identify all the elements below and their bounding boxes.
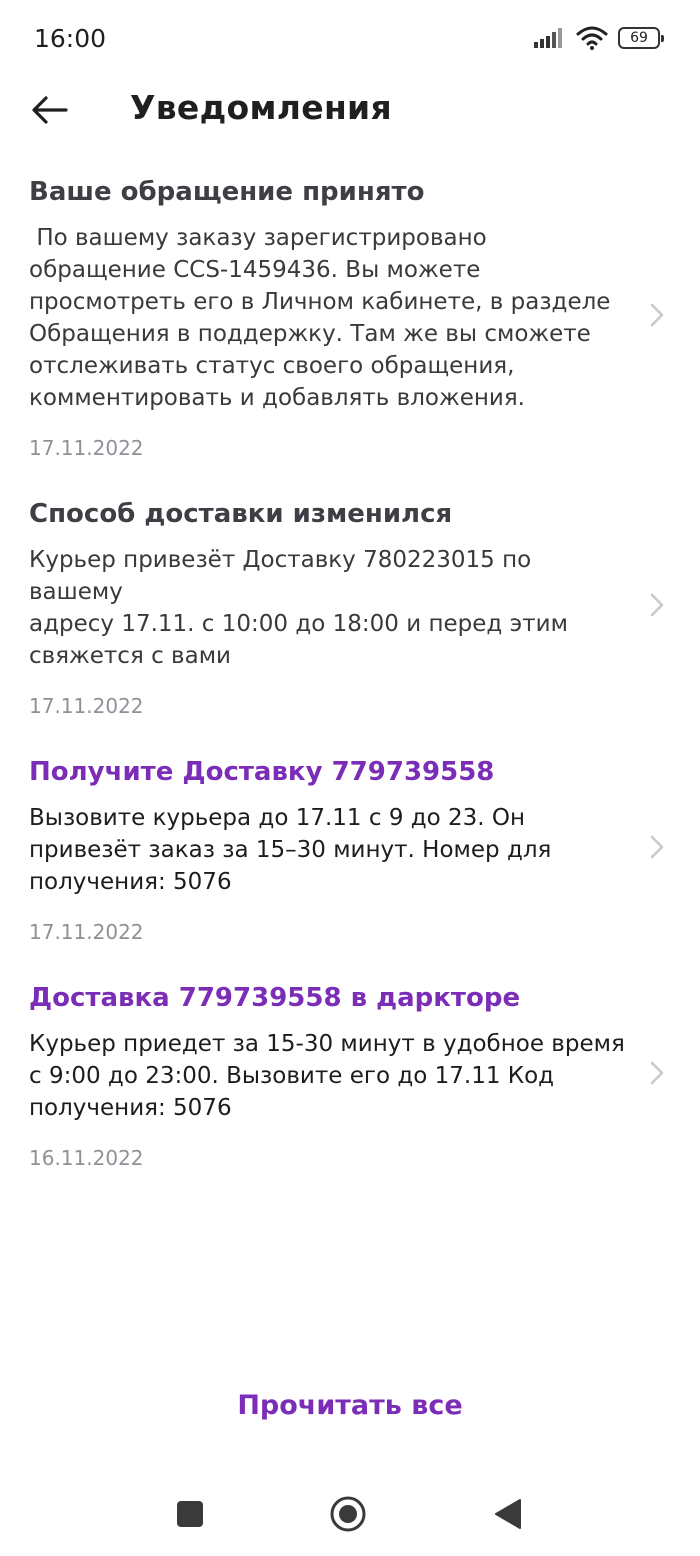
notifications-list: Ваше обращение принято По вашему заказу … [0, 168, 700, 1200]
notification-body: Курьер привезёт Доставку 780223015 по ва… [29, 547, 568, 669]
system-nav-bar [0, 1478, 700, 1548]
notification-date: 17.11.2022 [29, 436, 144, 460]
notification-title: Способ доставки изменился [29, 499, 453, 529]
chevron-right-icon [650, 835, 664, 859]
home-button[interactable] [328, 1494, 368, 1534]
wifi-icon [576, 26, 608, 50]
notification-body: Вызовите курьера до 17.11 с 9 до 23. Он … [29, 805, 552, 895]
notification-body: По вашему заказу зарегистрировано обраще… [29, 225, 611, 411]
system-back-button[interactable] [488, 1494, 528, 1534]
chevron-right-icon [650, 303, 664, 327]
app-header: Уведомления [0, 80, 700, 140]
back-button[interactable] [26, 88, 74, 132]
battery-icon: 69 [618, 27, 664, 49]
notification-title: Доставка 779739558 в даркторе [29, 983, 521, 1013]
chevron-right-icon [650, 1061, 664, 1085]
notification-item[interactable]: Способ доставки изменился Курьер привезё… [0, 490, 700, 720]
notification-date: 17.11.2022 [29, 694, 144, 718]
circle-home-icon [330, 1496, 366, 1532]
notification-body: Курьер приедет за 15-30 минут в удобное … [29, 1031, 625, 1121]
status-bar: 16:00 69 [0, 0, 700, 80]
recents-button[interactable] [170, 1494, 210, 1534]
chevron-right-icon [650, 593, 664, 617]
signal-icon [534, 28, 562, 48]
triangle-back-icon [495, 1499, 521, 1529]
notification-item[interactable]: Получите Доставку 779739558 Вызовите кур… [0, 748, 700, 946]
status-time: 16:00 [34, 24, 107, 53]
notification-title: Ваше обращение принято [29, 177, 425, 207]
notification-item[interactable]: Доставка 779739558 в даркторе Курьер при… [0, 974, 700, 1172]
notification-item[interactable]: Ваше обращение принято По вашему заказу … [0, 168, 700, 462]
status-icons: 69 [534, 26, 664, 50]
page-title: Уведомления [130, 88, 392, 127]
notification-title: Получите Доставку 779739558 [29, 757, 495, 787]
square-icon [177, 1501, 203, 1527]
read-all-button[interactable]: Прочитать все [0, 1390, 700, 1421]
notification-date: 16.11.2022 [29, 1146, 144, 1170]
arrow-left-icon [32, 96, 68, 124]
notification-date: 17.11.2022 [29, 920, 144, 944]
